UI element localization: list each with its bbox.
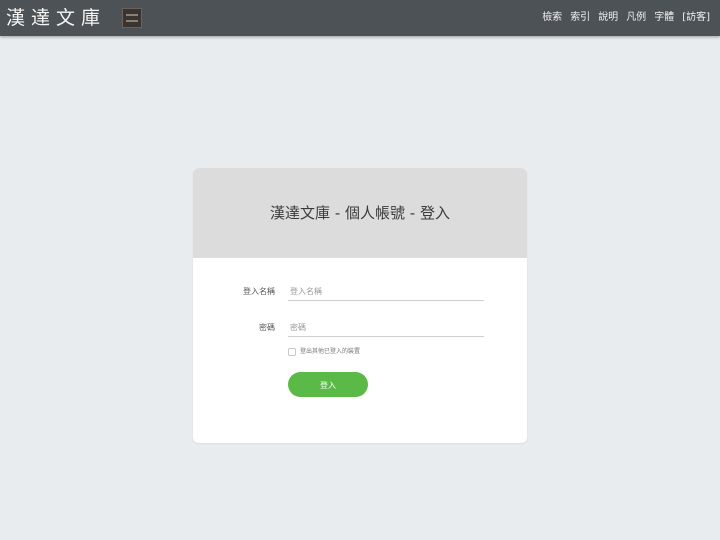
nav-link-help[interactable]: 說明: [598, 11, 618, 25]
password-input[interactable]: [288, 319, 484, 337]
login-title: 漢達文庫 - 個人帳號 - 登入: [270, 204, 450, 222]
nav-link-index[interactable]: 索引: [570, 11, 590, 25]
login-card: 漢達文庫 - 個人帳號 - 登入 登入名稱 密碼 登出其他已登入的裝置 登入: [193, 168, 527, 443]
seal-icon: [122, 8, 142, 28]
logout-others-label[interactable]: 登出其他已登入的裝置: [300, 347, 360, 357]
top-navbar: 漢達文庫 檢索 索引 說明 凡例 字體 [訪客]: [0, 0, 720, 36]
nav-link-fonts[interactable]: 字體: [654, 11, 674, 25]
login-button[interactable]: 登入: [288, 372, 368, 397]
nav-links: 檢索 索引 說明 凡例 字體 [訪客]: [542, 11, 710, 25]
username-label: 登入名稱: [243, 287, 275, 296]
login-card-header: 漢達文庫 - 個人帳號 - 登入: [193, 168, 527, 258]
nav-link-guest[interactable]: [訪客]: [682, 11, 710, 25]
password-label: 密碼: [259, 323, 275, 332]
logout-others-checkbox[interactable]: [288, 348, 296, 356]
nav-link-search[interactable]: 檢索: [542, 11, 562, 25]
site-logo[interactable]: 漢達文庫: [6, 6, 106, 30]
nav-link-conventions[interactable]: 凡例: [626, 11, 646, 25]
username-input[interactable]: [288, 283, 484, 301]
